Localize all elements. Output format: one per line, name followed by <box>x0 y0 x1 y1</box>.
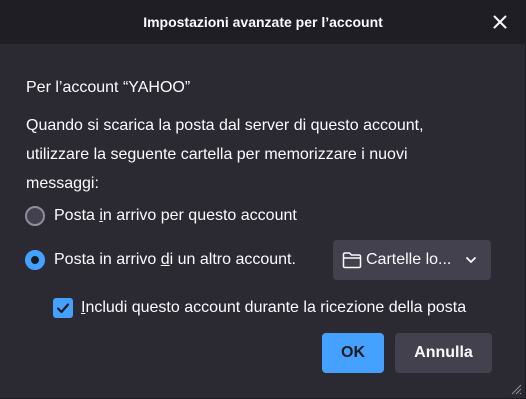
radio-inbox-this-account[interactable]: Posta in arrivo per questo account <box>25 205 297 227</box>
dialog-title: Impostazioni avanzate per l’account <box>143 14 383 30</box>
title-bar: Impostazioni avanzate per l’account <box>0 0 526 44</box>
ok-button[interactable]: OK <box>322 333 384 373</box>
advanced-account-settings-dialog: Impostazioni avanzate per l’account Per … <box>0 0 526 399</box>
resize-grip-icon[interactable] <box>508 381 522 395</box>
folder-icon <box>342 252 362 269</box>
include-account-label: Includi questo account durante la ricezi… <box>81 299 467 316</box>
chevron-down-icon <box>466 257 476 263</box>
description-line: utilizzare la seguente cartella per memo… <box>26 146 408 163</box>
description-line: Quando si scarica la posta dal server di… <box>26 117 424 134</box>
close-button[interactable] <box>488 10 512 34</box>
folder-select-value: Cartelle lo... <box>366 251 452 268</box>
checkmark-icon <box>56 303 70 314</box>
radio-button-selected[interactable] <box>25 250 45 270</box>
radio-inbox-other-account[interactable]: Posta in arrivo di un altro account. <box>25 249 296 271</box>
radio-button-unselected[interactable] <box>25 206 45 226</box>
folder-select-dropdown[interactable]: Cartelle lo... <box>333 240 491 280</box>
radio-label-other-account: Posta in arrivo di un altro account. <box>54 251 296 268</box>
cancel-button[interactable]: Annulla <box>395 333 492 373</box>
include-account-checkbox[interactable] <box>53 298 73 318</box>
include-account-checkbox-row[interactable]: Includi questo account durante la ricezi… <box>53 297 466 319</box>
radio-label-this-account: Posta in arrivo per questo account <box>54 207 297 224</box>
close-icon <box>493 15 507 29</box>
account-name-label: Per l’account “YAHOO” <box>26 79 191 96</box>
description-line: messaggi: <box>26 175 99 192</box>
description-text: Quando si scarica la posta dal server di… <box>26 111 496 198</box>
